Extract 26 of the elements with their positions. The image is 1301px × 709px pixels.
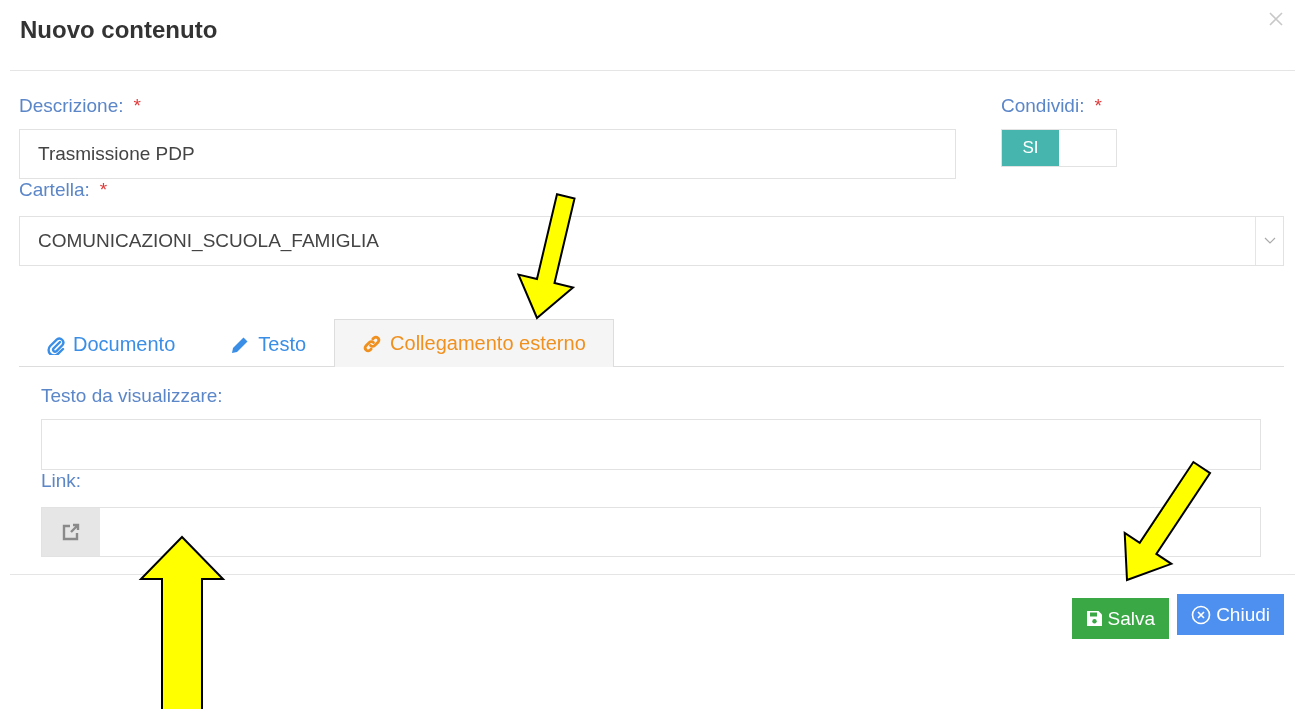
required-mark: *: [133, 95, 141, 117]
field-label: Cartella:: [19, 179, 90, 201]
field-label: Testo da visualizzare:: [41, 385, 223, 407]
close-icon[interactable]: [1269, 12, 1283, 26]
description-field[interactable]: Trasmissione PDP: [19, 129, 956, 179]
display-text-field[interactable]: [41, 419, 1261, 470]
folder-select[interactable]: COMUNICAZIONI_SCUOLA_FAMIGLIA: [19, 216, 1284, 266]
close-circle-icon: [1191, 604, 1212, 625]
dialog-title: Nuovo contenuto: [20, 16, 218, 44]
field-label: Condividi:: [1001, 95, 1085, 117]
link-icon: [362, 333, 383, 354]
external-link-icon: [61, 522, 81, 542]
share-toggle[interactable]: SI: [1001, 129, 1117, 167]
required-mark: *: [99, 179, 108, 201]
tab[interactable]: Collegamento esterno: [334, 319, 614, 367]
close-button[interactable]: Chiudi: [1177, 594, 1284, 635]
link-field[interactable]: [41, 507, 1261, 557]
paperclip-icon: [47, 334, 65, 355]
field-label: Descrizione:: [19, 95, 124, 117]
tab[interactable]: Testo: [202, 321, 335, 367]
save-button[interactable]: Salva: [1071, 598, 1170, 639]
tab[interactable]: Documento: [19, 321, 203, 367]
field-label: Link:: [41, 470, 82, 492]
toggle-label: SI: [1002, 130, 1059, 166]
caret-icon: [1263, 237, 1276, 245]
required-mark: *: [1094, 95, 1102, 117]
